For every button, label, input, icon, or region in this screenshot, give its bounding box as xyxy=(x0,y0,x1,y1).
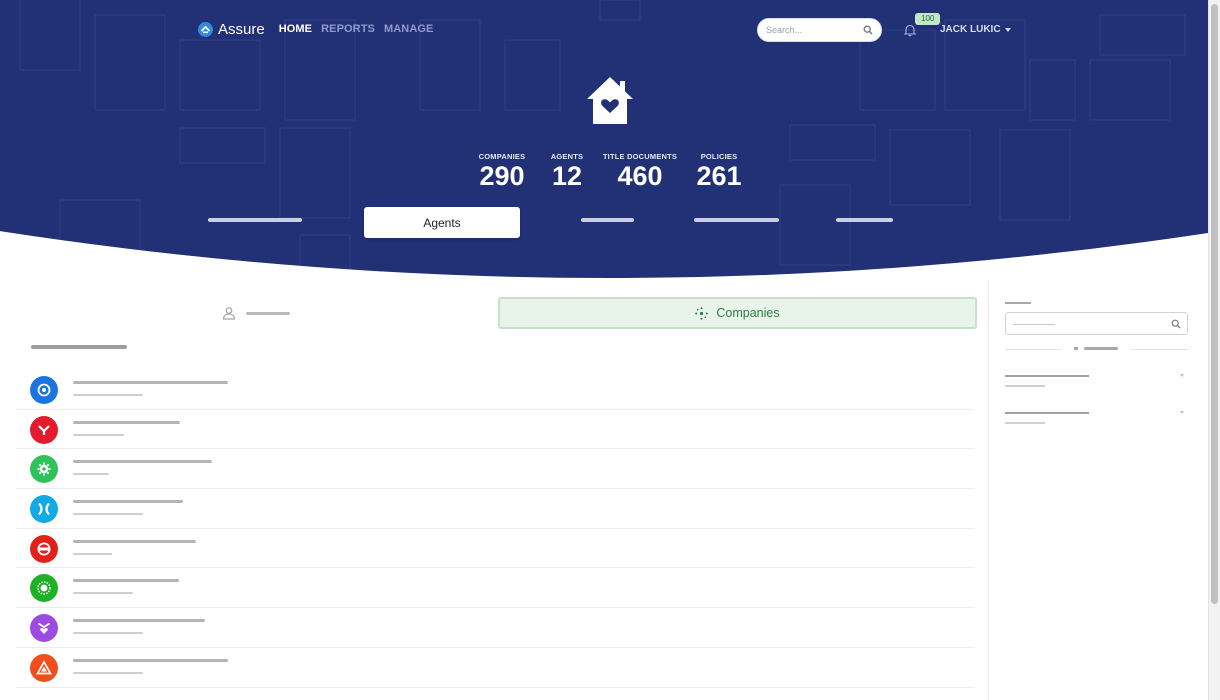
scrollbar-thumb[interactable] xyxy=(1211,4,1218,604)
filter-search-input[interactable] xyxy=(1005,312,1188,335)
stat-value: 12 xyxy=(551,161,583,191)
segment-companies-label: Companies xyxy=(716,306,780,320)
ring-icon xyxy=(30,534,58,563)
nav-reports[interactable]: REPORTS xyxy=(321,23,375,35)
list-item[interactable] xyxy=(16,410,973,450)
stat-value: 261 xyxy=(696,161,742,191)
tab-bar: Agents xyxy=(0,207,1208,239)
item-subtitle-placeholder xyxy=(73,632,143,635)
main-content: Companies xyxy=(16,280,988,700)
item-subtitle-placeholder xyxy=(73,552,112,555)
cross-arrows-icon xyxy=(30,495,58,524)
tab-placeholder[interactable] xyxy=(208,218,302,222)
caret-down-icon xyxy=(1004,27,1011,32)
item-title-placeholder xyxy=(73,658,228,662)
segment-placeholder xyxy=(246,311,290,315)
chevron-down-icon xyxy=(1180,374,1184,377)
top-navigation: Assure HOME REPORTS MANAGE xyxy=(198,18,433,40)
stat-label: TITLE DOCUMENTS xyxy=(602,152,678,161)
item-title-placeholder xyxy=(73,539,196,543)
list-item[interactable] xyxy=(16,489,973,529)
item-title-placeholder xyxy=(73,420,180,424)
item-subtitle-placeholder xyxy=(73,671,143,674)
nav-home[interactable]: HOME xyxy=(279,23,312,35)
item-title-placeholder xyxy=(73,460,212,464)
filter-title-placeholder xyxy=(1005,412,1089,414)
filter-dropdown[interactable] xyxy=(1005,374,1188,395)
company-list xyxy=(16,370,973,688)
item-subtitle-placeholder xyxy=(73,473,109,476)
hero-banner: Assure HOME REPORTS MANAGE Search... 100… xyxy=(0,0,1208,280)
stat-value: 290 xyxy=(479,161,525,191)
search-icon xyxy=(863,25,873,35)
divider-label-placeholder xyxy=(1084,347,1118,350)
list-item[interactable] xyxy=(16,449,973,490)
stat-companies: COMPANIES 290 xyxy=(470,152,534,191)
segment-people[interactable] xyxy=(222,306,290,320)
stat-agents: AGENTS 12 xyxy=(542,152,592,191)
list-item[interactable] xyxy=(16,370,973,410)
filter-search-placeholder xyxy=(1013,324,1055,325)
item-subtitle-placeholder xyxy=(73,513,143,516)
divider-dot xyxy=(1074,347,1078,350)
bell-icon[interactable] xyxy=(903,23,917,37)
stat-label: POLICIES xyxy=(700,152,738,161)
stat-value: 460 xyxy=(617,161,663,191)
user-name: JACK LUKIC xyxy=(940,24,1001,35)
target-icon xyxy=(30,376,58,404)
item-title-placeholder xyxy=(73,579,179,583)
gear-icon xyxy=(30,455,58,484)
nav-manage[interactable]: MANAGE xyxy=(384,23,434,35)
search-placeholder: Search... xyxy=(766,25,803,35)
logo-icon xyxy=(198,21,213,37)
list-item[interactable] xyxy=(16,608,973,648)
stat-policies: POLICIES 261 xyxy=(694,152,744,191)
item-subtitle-placeholder xyxy=(73,592,133,595)
filter-label-placeholder xyxy=(1005,302,1031,304)
list-heading-placeholder xyxy=(31,345,127,349)
heart-badge-icon xyxy=(30,614,58,643)
user-menu[interactable]: JACK LUKIC xyxy=(940,24,1011,35)
item-title-placeholder xyxy=(73,619,205,623)
fork-icon xyxy=(30,415,58,444)
sun-icon xyxy=(30,574,58,603)
stat-title-documents: TITLE DOCUMENTS 460 xyxy=(598,152,682,191)
nav-links: HOME REPORTS MANAGE xyxy=(279,23,434,35)
stat-label: AGENTS xyxy=(550,152,584,161)
search-input[interactable]: Search... xyxy=(757,18,882,42)
filter-dropdown[interactable] xyxy=(1005,411,1188,432)
item-subtitle-placeholder xyxy=(73,394,143,396)
filter-panel xyxy=(988,280,1208,700)
network-icon xyxy=(695,306,709,320)
stats-row: COMPANIES 290 AGENTS 12 TITLE DOCUMENTS … xyxy=(470,152,744,191)
scrollbar[interactable] xyxy=(1208,0,1220,700)
chevron-down-icon xyxy=(1180,411,1184,414)
search-icon xyxy=(1171,319,1181,329)
tab-placeholder[interactable] xyxy=(694,218,779,222)
list-item[interactable] xyxy=(16,648,973,688)
filter-title-placeholder xyxy=(1005,375,1089,377)
list-item[interactable] xyxy=(16,568,973,609)
app-name: Assure xyxy=(218,20,265,38)
tab-placeholder[interactable] xyxy=(581,218,634,222)
filter-value-placeholder xyxy=(1005,422,1045,424)
tab-placeholder[interactable] xyxy=(836,218,893,222)
filter-value-placeholder xyxy=(1005,385,1045,387)
user-icon xyxy=(222,307,236,320)
house-heart-icon xyxy=(587,77,633,124)
notification-badge: 100 xyxy=(915,13,941,25)
app-logo[interactable]: Assure xyxy=(198,21,265,38)
triangle-icon xyxy=(30,653,58,682)
item-title-placeholder xyxy=(73,500,183,504)
list-item[interactable] xyxy=(16,529,973,569)
item-subtitle-placeholder xyxy=(73,433,124,436)
divider xyxy=(1005,349,1061,350)
segment-companies[interactable]: Companies xyxy=(498,297,977,329)
divider xyxy=(1131,349,1188,350)
item-title-placeholder xyxy=(73,381,228,384)
stat-label: COMPANIES xyxy=(478,152,526,161)
tab-agents[interactable]: Agents xyxy=(364,207,520,238)
